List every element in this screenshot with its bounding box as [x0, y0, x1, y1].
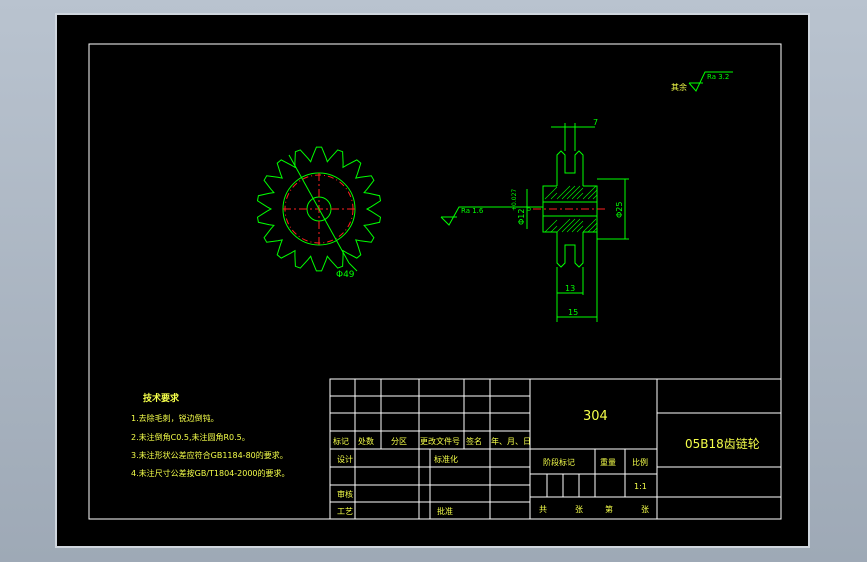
dim-bore-tol-lower: 0 — [526, 207, 533, 211]
review-label: 审核 — [337, 489, 353, 499]
upper-tooth-profile — [556, 150, 584, 186]
inner-frame — [88, 43, 782, 520]
header-date: 年、月、日 — [491, 436, 531, 446]
cad-drawing: Φ49 7 Φ25 Φ12 +0.027 0 13 15 Ra 1.6 其余 R… — [88, 43, 782, 520]
header-mark: 标记 — [333, 436, 349, 446]
roughness-other-label: 其余 — [671, 82, 687, 92]
tech-title: 技术要求 — [143, 392, 180, 404]
lower-tooth-profile — [556, 232, 584, 268]
dim-hub-label: Φ25 — [615, 202, 624, 218]
tech-item: 1.去除毛刺，锐边倒钝。 — [131, 413, 219, 423]
page-unit-label: 张 — [641, 505, 649, 514]
process-label: 工艺 — [337, 507, 353, 516]
roughness-bore-label: Ra 1.6 — [461, 207, 484, 215]
dim-top-label: 7 — [593, 118, 598, 127]
sheet-unit-label: 张 — [575, 505, 583, 514]
outer-diameter-label: Φ49 — [336, 270, 355, 280]
outer-diameter-leader — [288, 154, 350, 264]
hub-lower-left — [542, 209, 557, 233]
dim-bore-tol-upper: +0.027 — [511, 189, 518, 211]
header-change-doc: 更改文件号 — [420, 436, 460, 446]
header-count: 处数 — [358, 436, 374, 446]
tech-item: 4.未注尺寸公差按GB/T1804-2000的要求。 — [131, 468, 290, 478]
stage-mark-label: 阶段标记 — [543, 457, 575, 467]
scale-value: 1:1 — [634, 482, 647, 491]
scale-label: 比例 — [632, 457, 648, 467]
page-no-label: 第 — [605, 504, 613, 514]
header-zone: 分区 — [391, 437, 407, 446]
tech-item: 2.未注倒角C0.5,未注圆角R0.5。 — [131, 432, 250, 442]
weight-label: 重量 — [600, 457, 616, 467]
dim-bore-label: Φ12 — [517, 209, 526, 225]
title-block: 标记 处数 分区 更改文件号 签名 年、月、日 设计 标准化 审核 工艺 批准 … — [329, 378, 782, 520]
upper-section-hatch — [544, 185, 598, 200]
dim-len13-label: 13 — [565, 284, 575, 293]
standardize-label: 标准化 — [434, 454, 458, 464]
technical-requirements: 技术要求 1.去除毛刺，锐边倒钝。 2.未注倒角C0.5,未注圆角R0.5。 3… — [131, 392, 290, 478]
material-value: 304 — [583, 409, 608, 424]
lower-section-hatch — [544, 218, 598, 233]
roughness-other-note: 其余 Ra 3.2 — [671, 71, 733, 92]
tech-item: 3.未注形状公差应符合GB1184-80的要求。 — [131, 450, 288, 460]
drawing-sheet: Φ49 7 Φ25 Φ12 +0.027 0 13 15 Ra 1.6 其余 R… — [55, 13, 810, 548]
sprocket-front-view: Φ49 — [256, 146, 382, 280]
total-label: 共 — [539, 505, 547, 514]
design-label: 设计 — [337, 454, 353, 464]
approve-label: 批准 — [437, 506, 453, 516]
roughness-other-value: Ra 3.2 — [707, 73, 729, 81]
part-name: 05B18齿链轮 — [685, 436, 760, 451]
dim-len15-label: 15 — [568, 308, 578, 317]
header-sign: 签名 — [466, 436, 482, 446]
sprocket-section-view: 7 Φ25 Φ12 +0.027 0 13 15 Ra 1.6 — [440, 118, 629, 322]
